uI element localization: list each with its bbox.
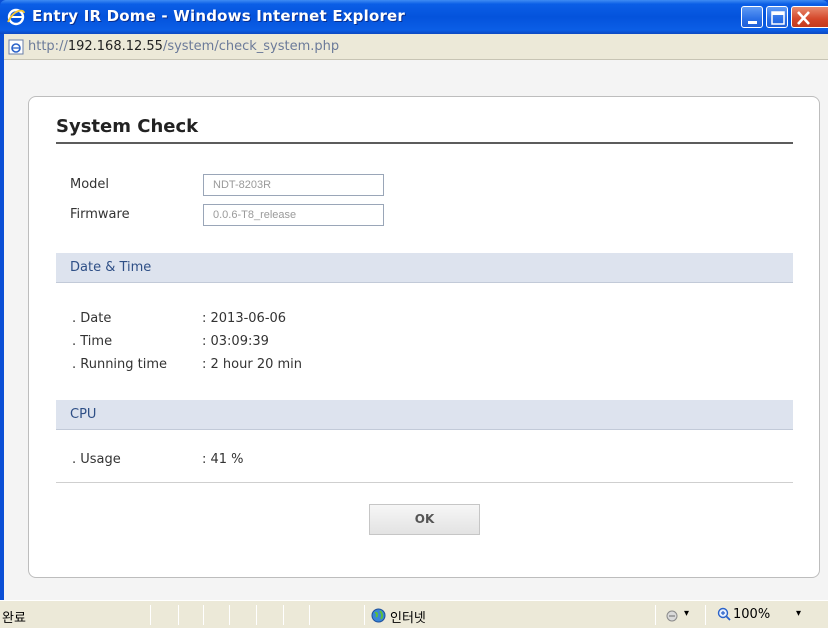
status-divider bbox=[705, 605, 706, 625]
status-divider bbox=[229, 605, 230, 625]
running-time-key: . Running time bbox=[72, 357, 168, 372]
cpu-section-header: CPU bbox=[56, 400, 793, 430]
ok-button[interactable]: OK bbox=[369, 504, 480, 535]
page-icon bbox=[8, 39, 24, 55]
window-title: Entry IR Dome - Windows Internet Explore… bbox=[32, 7, 406, 25]
status-divider bbox=[203, 605, 204, 625]
address-host: 192.168.12.55 bbox=[67, 39, 163, 54]
title-divider bbox=[56, 142, 793, 144]
date-value: : 2013-06-06 bbox=[202, 311, 287, 326]
address-bar[interactable]: http://192.168.12.55/system/check_system… bbox=[4, 34, 828, 60]
status-divider bbox=[309, 605, 310, 625]
model-field[interactable]: NDT-8203R bbox=[203, 174, 384, 196]
date-row: . Date : 2013-06-06 bbox=[72, 311, 286, 326]
firmware-field[interactable]: 0.0.6-T8_release bbox=[203, 204, 384, 226]
datetime-section-title: Date & Time bbox=[70, 260, 152, 275]
minimize-button[interactable] bbox=[741, 6, 763, 28]
zoom-dropdown[interactable]: ▾ bbox=[796, 608, 801, 619]
close-icon bbox=[797, 11, 810, 25]
address-url[interactable]: http://192.168.12.55/system/check_system… bbox=[28, 39, 339, 54]
title-bar[interactable]: Entry IR Dome - Windows Internet Explore… bbox=[0, 0, 828, 34]
running-time-value: : 2 hour 20 min bbox=[202, 357, 303, 372]
page-title: System Check bbox=[56, 116, 199, 137]
time-key: . Time bbox=[72, 334, 113, 349]
date-key: . Date bbox=[72, 311, 112, 326]
maximize-icon bbox=[771, 11, 785, 25]
internet-zone-text: 인터넷 bbox=[390, 611, 426, 626]
protected-mode-dropdown[interactable]: ▾ bbox=[684, 608, 689, 619]
time-row: . Time : 03:09:39 bbox=[72, 334, 269, 349]
usage-row: . Usage : 41 % bbox=[72, 452, 244, 467]
zoom-level[interactable]: 100% bbox=[733, 607, 770, 622]
time-value: : 03:09:39 bbox=[202, 334, 269, 349]
usage-key: . Usage bbox=[72, 452, 121, 467]
status-divider bbox=[655, 605, 656, 625]
status-divider bbox=[150, 605, 151, 625]
zoom-icon[interactable] bbox=[717, 607, 731, 621]
status-divider bbox=[283, 605, 284, 625]
model-label: Model bbox=[70, 177, 110, 192]
usage-value: : 41 % bbox=[202, 452, 244, 467]
maximize-button[interactable] bbox=[766, 6, 788, 28]
status-divider bbox=[178, 605, 179, 625]
address-path: /system/check_system.php bbox=[162, 39, 340, 54]
protected-mode-icon[interactable] bbox=[664, 608, 680, 622]
status-bar: 완료 인터넷 ▾ 100% ▾ bbox=[0, 600, 828, 628]
cpu-section-title: CPU bbox=[70, 407, 97, 422]
datetime-section-header: Date & Time bbox=[56, 253, 793, 283]
ie-logo-icon bbox=[7, 8, 25, 26]
status-divider bbox=[256, 605, 257, 625]
status-text: 완료 bbox=[2, 611, 26, 626]
address-prefix: http:// bbox=[28, 39, 68, 54]
internet-zone-icon bbox=[371, 608, 386, 623]
firmware-label: Firmware bbox=[70, 207, 130, 222]
minimize-icon bbox=[748, 21, 757, 24]
status-divider bbox=[364, 605, 365, 625]
close-button[interactable] bbox=[791, 6, 828, 28]
running-time-row: . Running time : 2 hour 20 min bbox=[72, 357, 302, 372]
bottom-divider bbox=[56, 482, 793, 483]
